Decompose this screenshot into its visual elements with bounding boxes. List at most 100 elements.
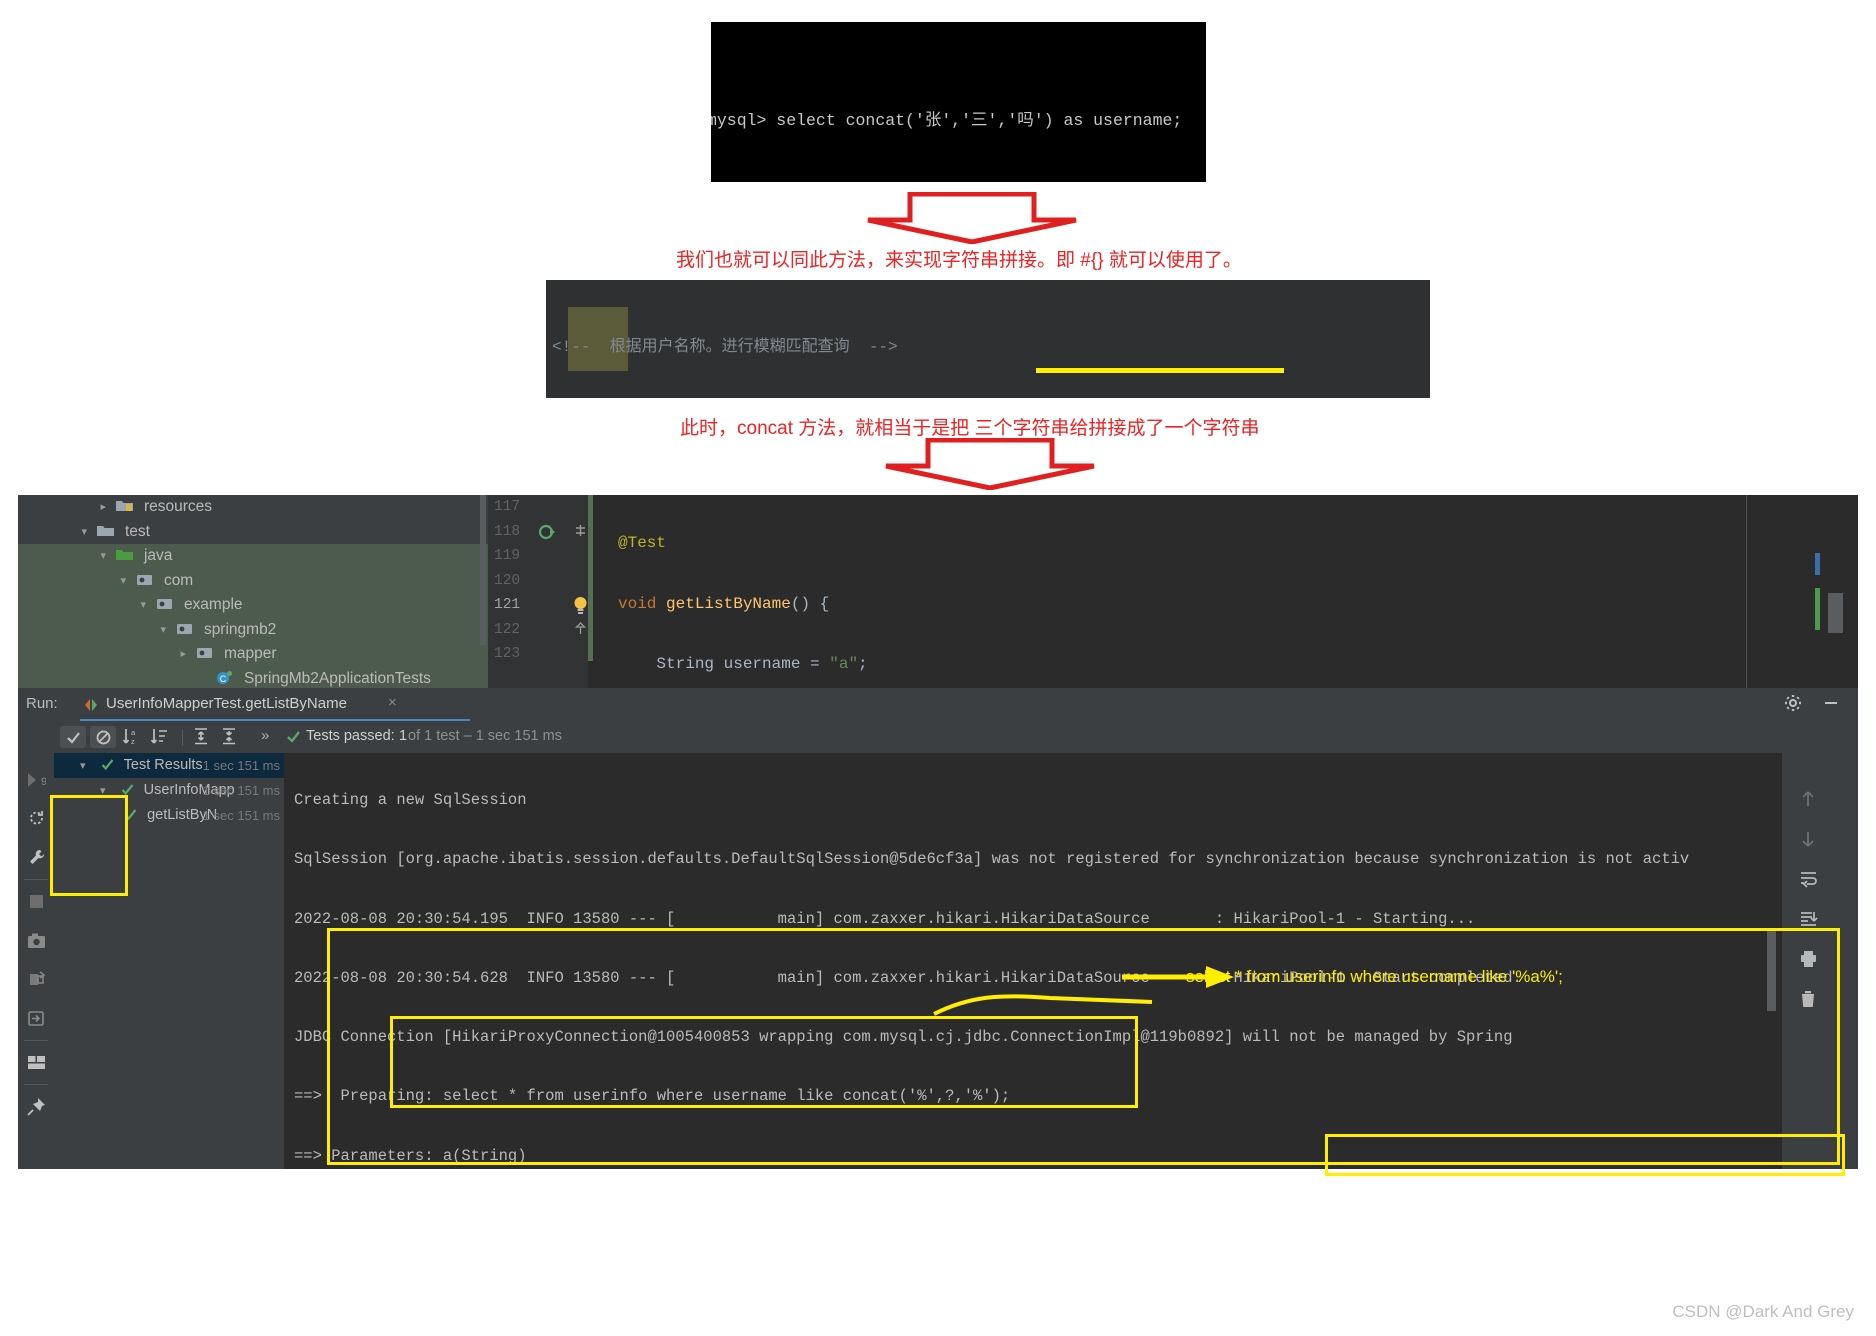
- project-tree-panel[interactable]: ▸ resources ▾ test ▾ java ▾ com ▾ exampl…: [18, 495, 488, 736]
- code-line-119: String username = "a";: [618, 655, 868, 673]
- toggle-auto-test-icon[interactable]: [18, 799, 54, 838]
- line-number: 120: [494, 572, 521, 589]
- tree-item-springmb2[interactable]: ▾ springmb2: [18, 617, 488, 643]
- console-line: SqlSession [org.apache.ibatis.session.de…: [294, 850, 1690, 869]
- run-label: Run:: [26, 695, 58, 712]
- tree-item-test[interactable]: ▾ test: [18, 520, 488, 545]
- test-results-tree[interactable]: ▾ Test Results 1 sec 151 ms ▾ UserInfoMa…: [54, 753, 284, 1169]
- rerun-failed-icon[interactable]: 9: [18, 760, 54, 799]
- tree-item-com[interactable]: ▾ com: [18, 568, 488, 594]
- up-arrow-icon[interactable]: [1782, 779, 1834, 819]
- chevron-down-icon[interactable]: ▾: [100, 785, 106, 797]
- tree-item-resources[interactable]: ▸ resources: [18, 495, 488, 520]
- red-down-arrow-1: [862, 192, 1082, 244]
- tests-passed-rest: of 1 test – 1 sec 151 ms: [408, 728, 562, 744]
- run-tab-title[interactable]: UserInfoMapperTest.getListByName: [106, 695, 347, 712]
- run-test-gutter-icon[interactable]: [538, 522, 558, 547]
- editor-right-divider: [1746, 495, 1747, 688]
- xml-code-snippet: <!-- 根据用户名称。进行模糊匹配查询 --> <select id="get…: [546, 280, 1430, 398]
- layout-icon[interactable]: [18, 1043, 54, 1082]
- tests-passed-label: Tests passed:: [306, 728, 395, 744]
- line-number: 119: [494, 548, 521, 564]
- console-scrollbar-thumb[interactable]: [1767, 931, 1776, 1011]
- export-test-results-icon[interactable]: [18, 960, 54, 999]
- chevron-right-icon[interactable]: ▸: [96, 495, 110, 520]
- intention-bulb-icon[interactable]: [572, 596, 589, 621]
- run-left-toolbar[interactable]: 9: [18, 721, 54, 1169]
- tree-item-mapper[interactable]: ▸ mapper: [18, 642, 488, 667]
- mysql-terminal: mysql> select concat('张','三','吗') as use…: [711, 22, 1206, 182]
- stop-icon[interactable]: [18, 882, 54, 921]
- print-icon[interactable]: [1782, 939, 1834, 979]
- test-row-duration: 1 sec 151 ms: [202, 758, 280, 773]
- editor-scrollbar-thumb[interactable]: [1828, 593, 1843, 633]
- terminal-line: mysql> select concat('张','三','吗') as use…: [711, 111, 1183, 130]
- svg-text:z: z: [131, 737, 135, 746]
- red-annotation-2: 此时，concat 方法，就相当于是把 三个字符串给拼接成了一个字符串: [680, 418, 1260, 439]
- project-tree-scrollbar[interactable]: [480, 495, 486, 645]
- chevron-down-icon[interactable]: ▾: [116, 569, 130, 594]
- fold-region-icon[interactable]: [574, 524, 587, 542]
- rail-divider: [24, 879, 48, 880]
- svg-text:C: C: [219, 674, 226, 684]
- expand-toolbar-chevron[interactable]: »: [261, 727, 269, 744]
- clear-all-icon[interactable]: [1782, 979, 1834, 1019]
- console-right-toolbar[interactable]: [1782, 753, 1858, 1169]
- error-stripe-blue[interactable]: [1815, 553, 1820, 575]
- line-number: 123: [494, 646, 521, 662]
- chevron-right-icon[interactable]: ▸: [176, 642, 190, 667]
- minimize-icon[interactable]: [1822, 694, 1840, 716]
- settings-wrench-icon[interactable]: [18, 838, 54, 877]
- code-editor[interactable]: 117 118 119 120 121 122 123 @Test void g…: [488, 495, 1858, 915]
- test-row-label: Test Results: [123, 757, 203, 773]
- test-row-getlistbyname[interactable]: getListByN 1 sec 151 ms: [54, 803, 284, 828]
- error-stripe-green[interactable]: [1815, 588, 1820, 630]
- chevron-down-icon[interactable]: ▾: [156, 618, 170, 643]
- soft-wrap-icon[interactable]: [1782, 859, 1834, 899]
- ide-window: ▸ resources ▾ test ▾ java ▾ com ▾ exampl…: [18, 495, 1858, 1169]
- test-row-test-results[interactable]: ▾ Test Results 1 sec 151 ms: [54, 753, 284, 778]
- console-line: Creating a new SqlSession: [294, 791, 527, 809]
- console-output[interactable]: Creating a new SqlSession SqlSession [or…: [284, 753, 1782, 1169]
- scroll-to-end-icon[interactable]: [1782, 899, 1834, 939]
- screenshot-icon[interactable]: [18, 921, 54, 960]
- tree-label: mapper: [223, 645, 277, 662]
- tree-item-java[interactable]: ▾ java: [18, 544, 488, 569]
- tree-label: resources: [143, 498, 212, 515]
- xml-comment-text: <!-- 根据用户名称。进行模糊匹配查询 -->: [552, 338, 898, 356]
- code-lines[interactable]: @Test void getListByName() { String user…: [600, 495, 1858, 915]
- fold-marker-icon: [546, 397, 568, 398]
- sort-by-duration-icon[interactable]: [150, 727, 168, 751]
- collapse-all-icon[interactable]: [220, 727, 238, 751]
- down-arrow-icon[interactable]: [1782, 819, 1834, 859]
- pin-tab-icon[interactable]: [18, 1087, 54, 1126]
- console-line: ==> Parameters: a(String): [294, 1146, 527, 1165]
- chevron-down-icon[interactable]: ▾: [80, 760, 86, 772]
- tree-item-example[interactable]: ▾ example: [18, 593, 488, 618]
- tests-passed-count: 1: [399, 728, 408, 744]
- chevron-down-icon[interactable]: ▾: [136, 593, 150, 618]
- fold-end-icon[interactable]: [574, 622, 587, 640]
- tree-label: springmb2: [203, 620, 277, 638]
- settings-gear-icon[interactable]: [1784, 694, 1802, 716]
- show-passed-toggle[interactable]: [60, 726, 86, 748]
- sort-alphabetically-icon[interactable]: az: [122, 727, 140, 751]
- run-toolbar[interactable]: az » Tests passed: 1 of 1 test – 1 sec 1…: [18, 721, 1858, 753]
- editor-gutter[interactable]: 117 118 119 120 121 122 123: [488, 495, 588, 688]
- close-tab-icon[interactable]: ×: [388, 694, 397, 711]
- expand-all-icon[interactable]: [192, 727, 210, 751]
- pass-check-icon: [121, 782, 134, 798]
- xml-comment-line: <!-- 根据用户名称。进行模糊匹配查询 -->: [546, 334, 1430, 361]
- hide-ignored-toggle[interactable]: [90, 726, 116, 748]
- class-test-icon: C: [215, 669, 234, 684]
- line-number: 122: [494, 621, 521, 638]
- tree-label: com: [163, 571, 194, 589]
- chevron-down-icon[interactable]: ▾: [77, 520, 91, 545]
- folder-package-icon: [135, 571, 154, 585]
- tests-passed-check-icon: [286, 729, 301, 749]
- test-row-userinfomapper[interactable]: ▾ UserInfoMapp 1 sec 151 ms: [54, 778, 284, 803]
- folder-package-icon: [155, 595, 174, 610]
- chevron-down-icon[interactable]: ▾: [96, 544, 110, 569]
- tree-label: SpringMb2ApplicationTests: [243, 669, 431, 687]
- import-test-results-icon[interactable]: [18, 999, 54, 1038]
